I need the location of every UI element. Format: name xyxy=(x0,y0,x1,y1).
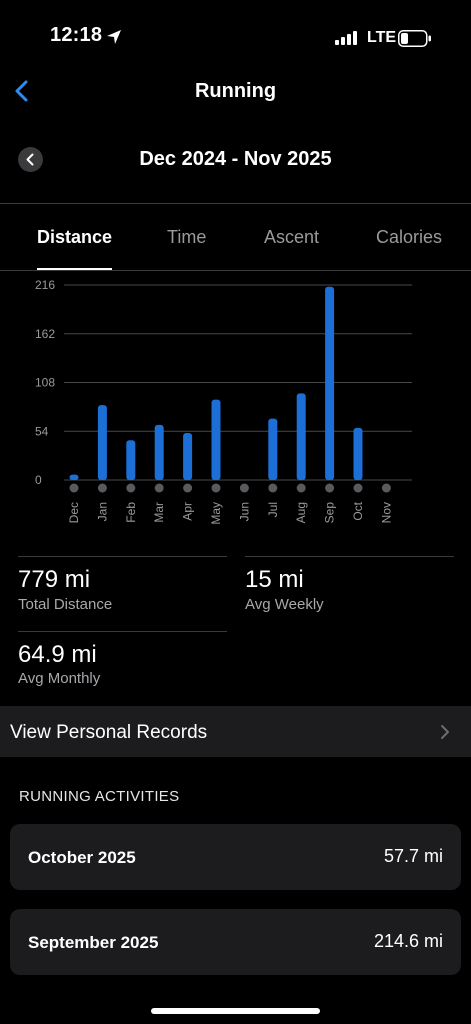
divider xyxy=(18,556,227,557)
month-dot-may xyxy=(211,483,221,493)
y-tick-label: 216 xyxy=(35,278,55,292)
avg-monthly-value: 64.9 mi xyxy=(18,641,97,668)
month-dot-jul xyxy=(268,483,278,493)
bar-feb[interactable] xyxy=(126,440,136,480)
activity-month: September 2025 xyxy=(28,933,159,952)
network-type: LTE xyxy=(367,29,397,46)
x-tick-label: Sep xyxy=(323,502,337,524)
x-tick-label: Oct xyxy=(351,501,365,520)
distance-bar-chart: 0 54 108 162 216 Dec Jan Feb Mar Apr May Jun Jul Aug S… xyxy=(35,278,412,525)
tab-ascent[interactable]: Ascent xyxy=(264,227,319,248)
avg-monthly-label: Avg Monthly xyxy=(18,670,101,687)
y-tick-label: 108 xyxy=(35,376,55,390)
month-dot-nov xyxy=(381,483,391,493)
status-time: 12:18 xyxy=(50,24,103,46)
month-dot-oct xyxy=(353,483,363,493)
signal-bars-icon xyxy=(335,31,357,45)
bar-oct[interactable] xyxy=(353,427,363,480)
avg-weekly-label: Avg Weekly xyxy=(245,596,324,613)
divider xyxy=(0,270,471,271)
page-title: Running xyxy=(194,80,277,102)
bar-jul[interactable] xyxy=(268,418,278,480)
month-dot-jan xyxy=(97,483,107,493)
bar-may[interactable] xyxy=(211,399,221,480)
view-personal-records-label: View Personal Records xyxy=(10,722,208,743)
tab-time[interactable]: Time xyxy=(167,227,206,248)
bar-dec[interactable] xyxy=(69,474,79,480)
bar-apr[interactable] xyxy=(183,433,193,480)
avg-weekly-value: 15 mi xyxy=(245,566,304,593)
tab-calories[interactable]: Calories xyxy=(376,227,442,248)
tab-distance[interactable]: Distance xyxy=(37,227,112,248)
activity-month: October 2025 xyxy=(28,848,136,867)
x-tick-label: Jul xyxy=(266,502,280,517)
divider xyxy=(18,631,227,632)
x-tick-label: Nov xyxy=(379,502,393,523)
bar-aug[interactable] xyxy=(296,393,306,480)
month-dot-apr xyxy=(183,483,193,493)
y-tick-label: 0 xyxy=(35,473,42,487)
bar-jan[interactable] xyxy=(97,405,107,480)
divider xyxy=(0,203,471,204)
period-range: Dec 2024 - Nov 2025 xyxy=(139,148,332,170)
month-dot-dec xyxy=(69,483,79,493)
month-dot-mar xyxy=(154,483,164,493)
y-tick-label: 162 xyxy=(35,327,55,341)
bar-mar[interactable] xyxy=(154,424,164,480)
total-distance-value: 779 mi xyxy=(18,566,91,593)
month-dot-sep xyxy=(325,483,335,493)
month-dot-jun xyxy=(239,483,249,493)
month-dot-feb xyxy=(126,483,136,493)
total-distance-label: Total Distance xyxy=(18,596,113,613)
bar-sep[interactable] xyxy=(325,286,335,480)
divider xyxy=(245,556,454,557)
x-tick-label: Aug xyxy=(294,502,308,523)
location-arrow-icon xyxy=(107,30,121,44)
month-dot-aug xyxy=(296,483,306,493)
x-tick-label: Jun xyxy=(237,502,251,521)
x-tick-label: Apr xyxy=(181,502,195,521)
x-tick-label: Feb xyxy=(124,502,138,523)
battery-icon xyxy=(398,30,431,47)
x-tick-label: Jan xyxy=(95,502,109,521)
running-activities-heading: RUNNING ACTIVITIES xyxy=(19,788,180,805)
y-tick-label: 54 xyxy=(35,424,49,438)
home-indicator xyxy=(151,1008,320,1014)
x-tick-label: Dec xyxy=(67,502,81,523)
activity-distance: 214.6 mi xyxy=(373,931,443,951)
chevron-right-icon xyxy=(441,725,449,739)
x-tick-label: May xyxy=(209,502,223,525)
activity-distance: 57.7 mi xyxy=(383,846,443,866)
x-tick-label: Mar xyxy=(152,502,166,523)
